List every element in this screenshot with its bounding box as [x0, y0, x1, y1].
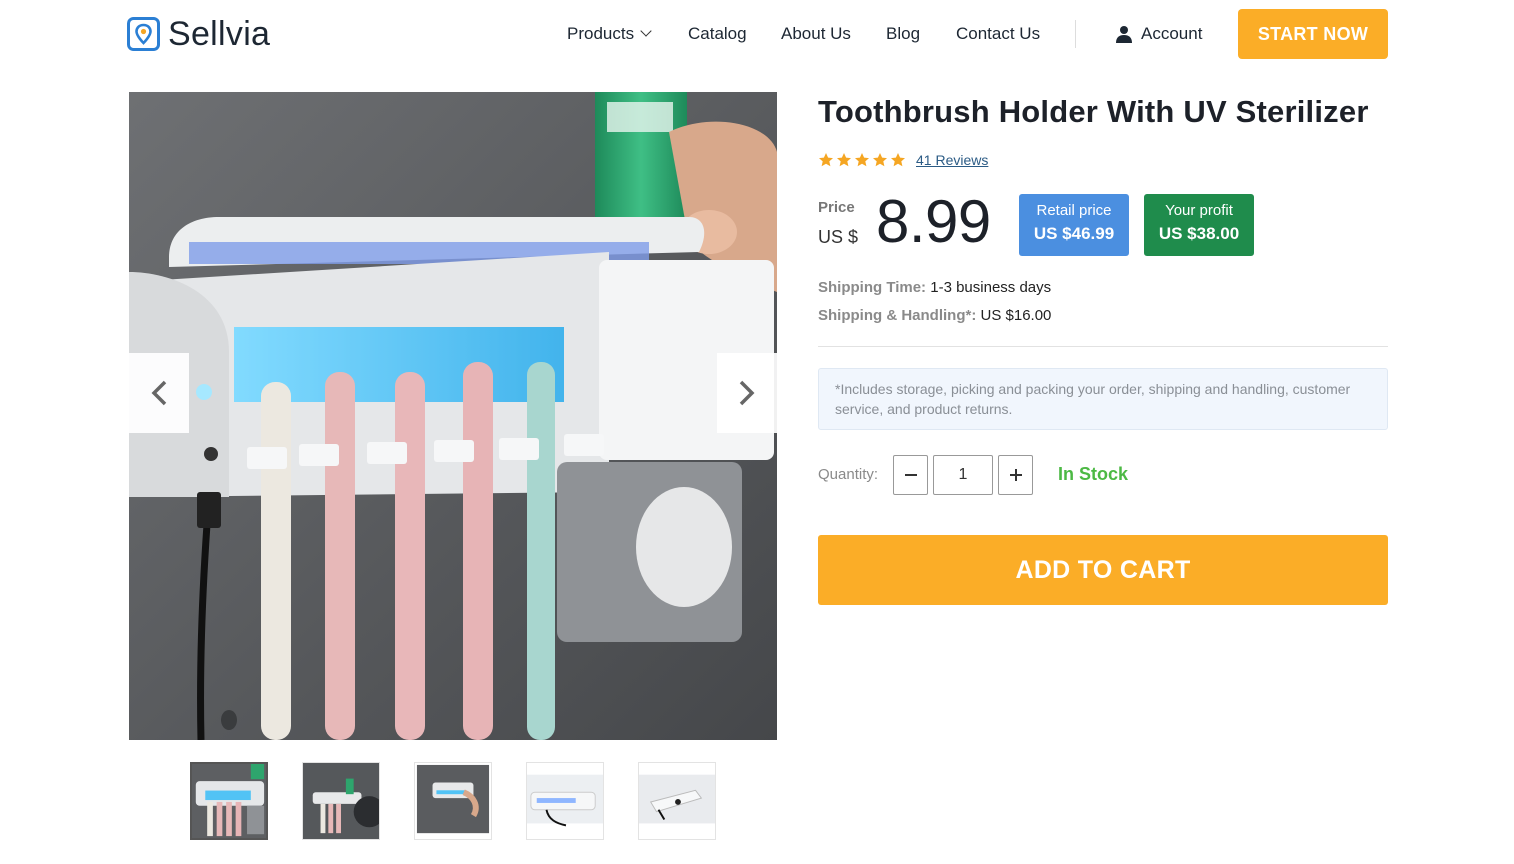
nav-item-catalog[interactable]: Catalog — [688, 22, 747, 46]
nav-item-contact-us[interactable]: Contact Us — [956, 22, 1040, 46]
quantity-label: Quantity: — [818, 466, 879, 483]
quantity-decrease-button[interactable] — [893, 455, 928, 495]
site-header: Sellvia Products Catalog About Us Blog C… — [0, 0, 1514, 68]
add-to-cart-button[interactable]: ADD TO CART — [818, 535, 1388, 605]
price-currency: US $ — [818, 227, 859, 247]
star-icon — [855, 153, 869, 167]
gallery-thumbnail-2[interactable] — [302, 762, 380, 840]
star-rating — [818, 152, 908, 168]
thumbnail-image — [639, 763, 715, 839]
gallery-prev-button[interactable] — [129, 353, 189, 433]
account-label: Account — [1141, 24, 1203, 43]
nav-item-about-us[interactable]: About Us — [781, 22, 851, 46]
plus-icon — [1009, 469, 1022, 481]
chevron-right-icon — [739, 380, 755, 406]
nav-item-products[interactable]: Products — [567, 22, 652, 46]
retail-price-label: Retail price — [1036, 202, 1112, 219]
gallery-thumbnail-4[interactable] — [526, 762, 604, 840]
gallery-thumbnail-1[interactable] — [190, 762, 268, 840]
shipping-note: *Includes storage, picking and packing y… — [818, 368, 1388, 430]
thumbnail-image — [192, 764, 266, 838]
product-rating: 41 Reviews — [818, 152, 988, 168]
star-icon — [819, 153, 833, 167]
star-icon — [891, 153, 905, 167]
profit-badge: Your profit US $38.00 — [1144, 194, 1254, 256]
stock-status: In Stock — [1058, 464, 1129, 484]
price-label: Price — [818, 199, 855, 216]
thumbnail-image — [303, 763, 379, 839]
star-icon — [873, 153, 887, 167]
gallery-next-button[interactable] — [717, 353, 777, 433]
brand-logo[interactable]: Sellvia — [127, 16, 270, 52]
shipping-time-label: Shipping Time: — [818, 279, 927, 296]
shipping-handling: Shipping & Handling*: US $16.00 — [818, 307, 1051, 324]
gallery-thumbnail-5[interactable] — [638, 762, 716, 840]
account-link[interactable]: Account — [1115, 22, 1202, 46]
reviews-link[interactable]: 41 Reviews — [916, 152, 988, 168]
divider — [818, 346, 1388, 347]
chevron-left-icon — [151, 380, 167, 406]
thumbnail-image — [415, 763, 491, 839]
start-now-button[interactable]: START NOW — [1238, 9, 1388, 59]
price-value: 8.99 — [876, 188, 991, 255]
nav-item-label: Products — [567, 24, 635, 43]
retail-price-badge: Retail price US $46.99 — [1019, 194, 1129, 256]
shipping-handling-label: Shipping & Handling*: — [818, 307, 977, 324]
shipping-handling-value: US $16.00 — [980, 307, 1052, 324]
minus-icon — [904, 474, 917, 476]
product-title: Toothbrush Holder With UV Sterilizer — [818, 94, 1369, 129]
user-icon — [1116, 26, 1132, 43]
brand-name: Sellvia — [168, 15, 271, 53]
profit-value: US $38.00 — [1158, 224, 1240, 243]
quantity-input[interactable] — [933, 455, 993, 495]
location-pin-logo-icon — [127, 17, 160, 51]
profit-label: Your profit — [1165, 202, 1233, 219]
shipping-time: Shipping Time: 1-3 business days — [818, 279, 1051, 296]
nav-divider — [1075, 20, 1076, 48]
thumbnail-image — [527, 763, 603, 839]
chevron-down-icon — [640, 25, 652, 37]
star-icon — [837, 153, 851, 167]
gallery-thumbnail-3[interactable] — [414, 762, 492, 840]
product-main-image[interactable] — [129, 92, 777, 740]
product-photo — [129, 92, 777, 740]
retail-price-value: US $46.99 — [1033, 224, 1115, 243]
shipping-time-value: 1-3 business days — [930, 279, 1052, 296]
nav-item-blog[interactable]: Blog — [886, 22, 920, 46]
quantity-increase-button[interactable] — [998, 455, 1033, 495]
